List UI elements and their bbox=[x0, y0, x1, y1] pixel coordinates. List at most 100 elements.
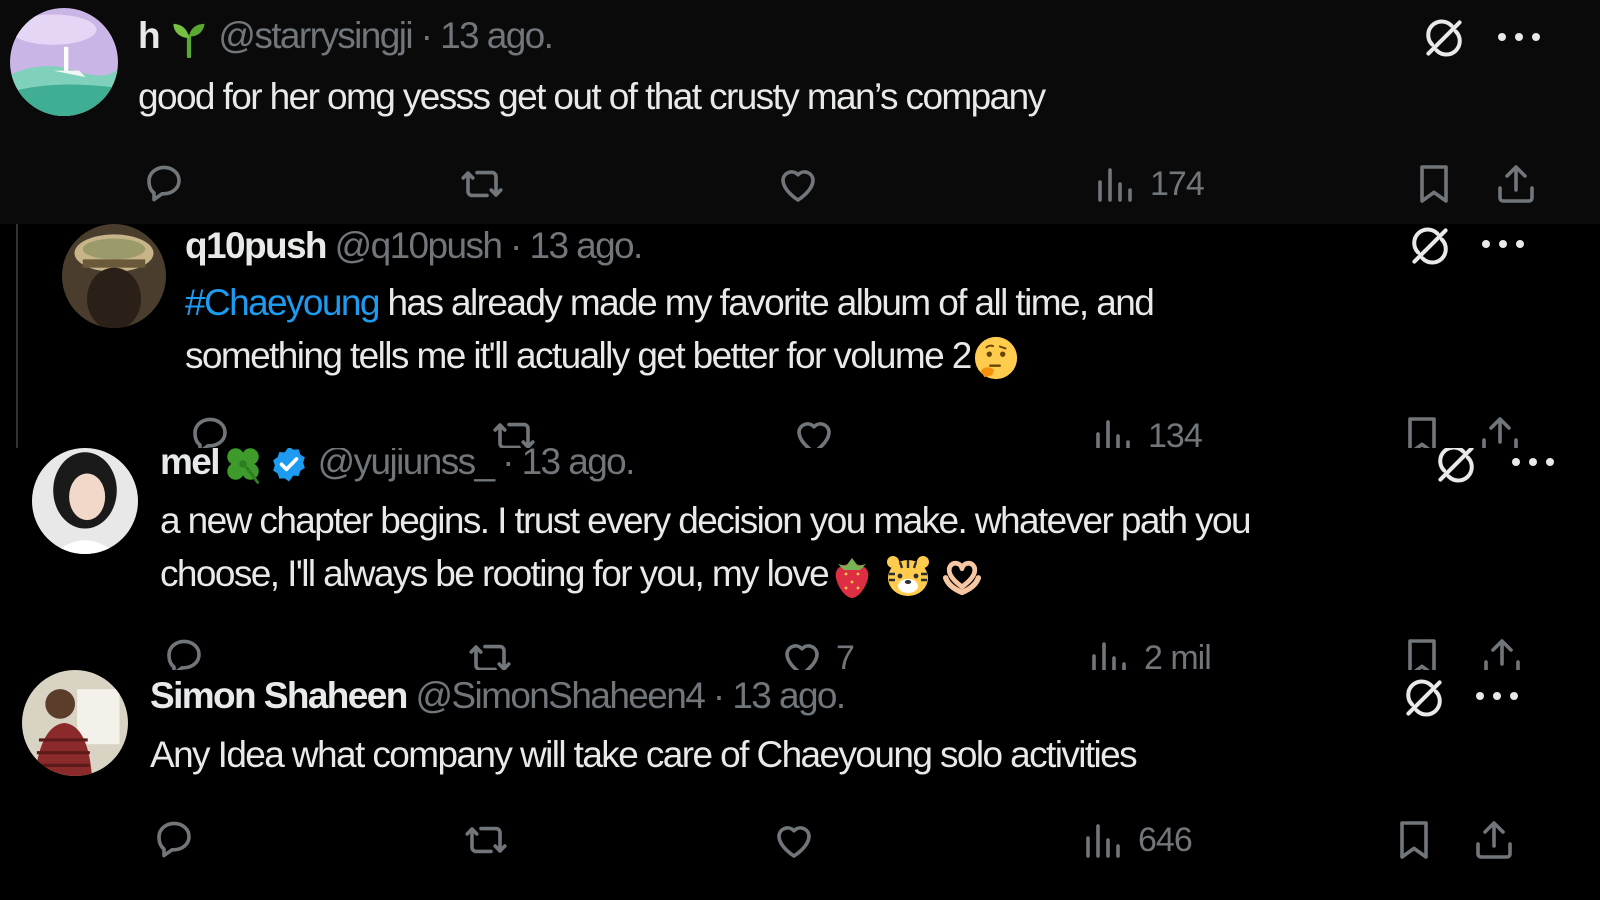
text-line: a new chapter begins. I trust every deci… bbox=[160, 500, 1252, 541]
share-icon bbox=[1492, 160, 1540, 208]
avatar[interactable] bbox=[62, 224, 166, 328]
grok-icon[interactable] bbox=[1408, 224, 1452, 268]
tweet[interactable]: mel @yujiunss_ · 13 ago. a new chapter b… bbox=[0, 448, 1600, 670]
share-icon bbox=[1478, 634, 1526, 670]
retweet-icon bbox=[458, 160, 506, 208]
text-line: something tells me it'll actually get be… bbox=[185, 329, 1153, 382]
more-options-icon[interactable] bbox=[1480, 238, 1526, 250]
timestamp[interactable]: 13 ago. bbox=[522, 448, 636, 482]
timestamp[interactable]: 13 ago. bbox=[732, 675, 846, 716]
strawberry-icon bbox=[835, 558, 869, 599]
grok-icon[interactable] bbox=[1434, 448, 1478, 486]
bookmark-button[interactable] bbox=[1390, 816, 1438, 864]
share-icon bbox=[1476, 412, 1524, 448]
avatar[interactable] bbox=[22, 670, 128, 776]
tweet[interactable]: h @starrysingji · 13 ago. good for her o… bbox=[0, 0, 1600, 224]
tweet-text: a new chapter begins. I trust every deci… bbox=[160, 494, 1252, 600]
text-line: choose, I'll always be rooting for you, … bbox=[160, 547, 1250, 600]
more-options-icon[interactable] bbox=[1496, 31, 1542, 43]
four-leaf-clover-icon bbox=[227, 448, 260, 485]
handle[interactable]: @q10push bbox=[335, 225, 503, 266]
heart-icon bbox=[774, 160, 822, 208]
text-segment: something tells me it'll actually get be… bbox=[185, 335, 972, 376]
grok-icon[interactable] bbox=[1422, 16, 1466, 60]
like-button[interactable] bbox=[770, 816, 818, 864]
like-button[interactable]: 7 bbox=[778, 634, 855, 671]
views-count: 2 mil bbox=[1144, 638, 1212, 671]
text-segment: has already made my favorite album of al… bbox=[378, 282, 1155, 323]
retweet-icon bbox=[462, 816, 510, 864]
separator: · bbox=[420, 15, 433, 56]
avatar[interactable] bbox=[10, 8, 118, 116]
handle[interactable]: @starrysingji bbox=[218, 15, 413, 56]
retweet-icon bbox=[490, 412, 538, 448]
seedling-icon bbox=[173, 24, 205, 59]
tweet-header: h @starrysingji · 13 ago. bbox=[138, 14, 554, 59]
tweet-text: #Chaeyoung has already made my favorite … bbox=[185, 276, 1155, 382]
display-name[interactable]: q10push bbox=[185, 225, 328, 266]
reply-button[interactable] bbox=[186, 412, 234, 448]
like-count: 7 bbox=[836, 638, 855, 671]
retweet-button[interactable] bbox=[458, 160, 506, 208]
reply-icon bbox=[140, 160, 188, 208]
bookmark-icon bbox=[1398, 634, 1446, 670]
share-button[interactable] bbox=[1470, 816, 1518, 864]
timestamp[interactable]: 13 ago. bbox=[440, 15, 554, 56]
views-count: 134 bbox=[1148, 416, 1203, 449]
views-count: 646 bbox=[1138, 820, 1193, 859]
views-button[interactable]: 646 bbox=[1080, 816, 1193, 864]
hashtag-link[interactable]: #Chaeyoung bbox=[185, 282, 380, 323]
handle[interactable]: @SimonShaheen4 bbox=[415, 675, 705, 716]
more-options-icon[interactable] bbox=[1474, 690, 1520, 702]
tweet[interactable]: q10push @q10push · 13 ago. #Chaeyoung ha… bbox=[16, 224, 1600, 448]
bookmark-icon bbox=[1410, 160, 1458, 208]
avatar[interactable] bbox=[32, 448, 138, 554]
bookmark-button[interactable] bbox=[1398, 634, 1446, 670]
views-button[interactable]: 2 mil bbox=[1086, 634, 1212, 671]
views-button[interactable]: 134 bbox=[1090, 412, 1203, 449]
share-button[interactable] bbox=[1492, 160, 1540, 208]
bookmark-button[interactable] bbox=[1410, 160, 1458, 208]
views-icon bbox=[1086, 634, 1134, 670]
display-name[interactable]: Simon Shaheen bbox=[150, 675, 408, 716]
reply-button[interactable] bbox=[160, 634, 208, 670]
retweet-button[interactable] bbox=[490, 412, 538, 448]
share-button[interactable] bbox=[1478, 634, 1526, 670]
heart-icon bbox=[790, 412, 838, 448]
views-icon bbox=[1092, 160, 1140, 208]
views-icon bbox=[1090, 412, 1138, 448]
timestamp[interactable]: 13 ago. bbox=[529, 225, 643, 266]
views-icon bbox=[1080, 816, 1128, 864]
tweet-header: q10push @q10push · 13 ago. bbox=[185, 224, 643, 268]
reply-icon bbox=[160, 634, 208, 670]
bookmark-button[interactable] bbox=[1398, 412, 1446, 448]
text-line: #Chaeyoung has already made my favorite … bbox=[185, 276, 1155, 329]
verified-badge-icon[interactable] bbox=[269, 448, 309, 484]
share-button[interactable] bbox=[1476, 412, 1524, 448]
tweet-text: good for her omg yesss get out of that c… bbox=[138, 76, 1046, 117]
separator: · bbox=[712, 675, 725, 716]
display-name[interactable]: mel bbox=[160, 448, 221, 482]
views-count: 174 bbox=[1150, 164, 1205, 203]
views-button[interactable]: 174 bbox=[1092, 160, 1205, 208]
share-icon bbox=[1470, 816, 1518, 864]
reply-button[interactable] bbox=[150, 816, 198, 864]
tweet[interactable]: Simon Shaheen @SimonShaheen4 · 13 ago. A… bbox=[0, 670, 1600, 900]
retweet-button[interactable] bbox=[466, 634, 514, 670]
display-name[interactable]: h bbox=[138, 15, 161, 56]
like-button[interactable] bbox=[790, 412, 838, 448]
like-button[interactable] bbox=[774, 160, 822, 208]
reply-icon bbox=[186, 412, 234, 448]
bookmark-icon bbox=[1390, 816, 1438, 864]
grok-icon[interactable] bbox=[1402, 676, 1446, 720]
tiger-face-icon bbox=[887, 556, 930, 597]
heart-icon bbox=[770, 816, 818, 864]
more-options-icon[interactable] bbox=[1510, 456, 1556, 468]
thinking-face-icon bbox=[974, 337, 1017, 380]
reply-button[interactable] bbox=[140, 160, 188, 208]
tweet-header: mel @yujiunss_ · 13 ago. bbox=[160, 448, 636, 486]
text-segment: choose, I'll always be rooting for you, … bbox=[160, 553, 830, 594]
retweet-button[interactable] bbox=[462, 816, 510, 864]
handle[interactable]: @yujiunss_ bbox=[318, 448, 495, 482]
tweet-header: Simon Shaheen @SimonShaheen4 · 13 ago. bbox=[150, 674, 846, 718]
